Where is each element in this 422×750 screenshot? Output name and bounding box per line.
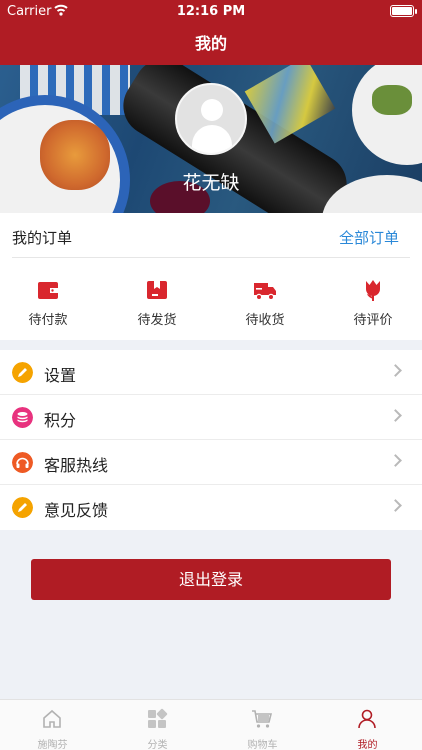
tab-cart[interactable]: 购物车 [210, 700, 315, 750]
menu-item-settings[interactable]: 设置 [0, 350, 422, 395]
tab-label: 购物车 [247, 740, 278, 750]
divider [12, 257, 410, 258]
truck-icon [254, 283, 276, 301]
nav-bar: 我的 [0, 22, 422, 65]
order-item-label: 待收货 [245, 313, 285, 328]
menu-item-label: 客服热线 [44, 456, 109, 475]
tab-category[interactable]: 分类 [105, 700, 210, 750]
order-item-label: 待评价 [353, 313, 393, 328]
logout-button[interactable]: 退出登录 [31, 559, 391, 600]
menu-item-label: 设置 [44, 366, 77, 385]
order-pending-shipment[interactable]: 待发货 [112, 277, 202, 328]
orders-title: 我的订单 [12, 229, 73, 247]
banner-decor [372, 85, 412, 115]
package-icon [147, 281, 167, 299]
chevron-right-icon [389, 364, 402, 377]
menu-item-feedback[interactable]: 意见反馈 [0, 485, 422, 530]
settings-menu: 设置 积分 客服热线 意见反馈 [0, 350, 422, 530]
menu-item-points[interactable]: 积分 [0, 395, 422, 440]
tab-label: 施陶芬 [37, 740, 68, 750]
orders-section: 我的订单 全部订单 待付款 待发货 待收货 待评价 [0, 213, 422, 340]
battery-icon [390, 5, 414, 17]
tab-mine[interactable]: 我的 [315, 700, 420, 750]
tab-label: 分类 [147, 740, 168, 750]
avatar-body [192, 125, 232, 153]
banner-decor [352, 65, 422, 165]
status-bar: Carrier 12:16 PM [0, 0, 422, 22]
chevron-right-icon [389, 454, 402, 467]
menu-item-hotline[interactable]: 客服热线 [0, 440, 422, 485]
page-title: 我的 [194, 34, 227, 53]
database-icon [12, 407, 33, 428]
tab-label: 我的 [357, 740, 378, 750]
home-icon [43, 709, 61, 728]
battery-cap [415, 9, 417, 14]
pencil-icon [12, 362, 33, 383]
wallet-icon [38, 282, 58, 299]
all-orders-link[interactable]: 全部订单 [339, 227, 399, 248]
order-item-label: 待发货 [137, 313, 177, 328]
person-icon [358, 709, 376, 729]
username[interactable]: 花无缺 [0, 168, 422, 195]
clock: 12:16 PM [176, 4, 246, 19]
tab-bar: 施陶芬 分类 购物车 我的 [0, 699, 422, 750]
avatar-head [201, 99, 223, 121]
menu-item-label: 意见反馈 [44, 501, 109, 520]
order-pending-payment[interactable]: 待付款 [3, 277, 93, 328]
menu-item-label: 积分 [44, 411, 77, 430]
pencil-icon [12, 497, 33, 518]
tulip-icon [366, 280, 380, 301]
avatar[interactable] [175, 83, 247, 155]
grid-icon [148, 708, 168, 728]
cart-icon [252, 710, 273, 728]
chevron-right-icon [389, 499, 402, 512]
chevron-right-icon [389, 409, 402, 422]
order-item-label: 待付款 [28, 313, 68, 328]
order-pending-review[interactable]: 待评价 [328, 277, 418, 328]
tab-home[interactable]: 施陶芬 [0, 700, 105, 750]
headphones-icon [12, 452, 33, 473]
order-pending-receipt[interactable]: 待收货 [220, 277, 310, 328]
